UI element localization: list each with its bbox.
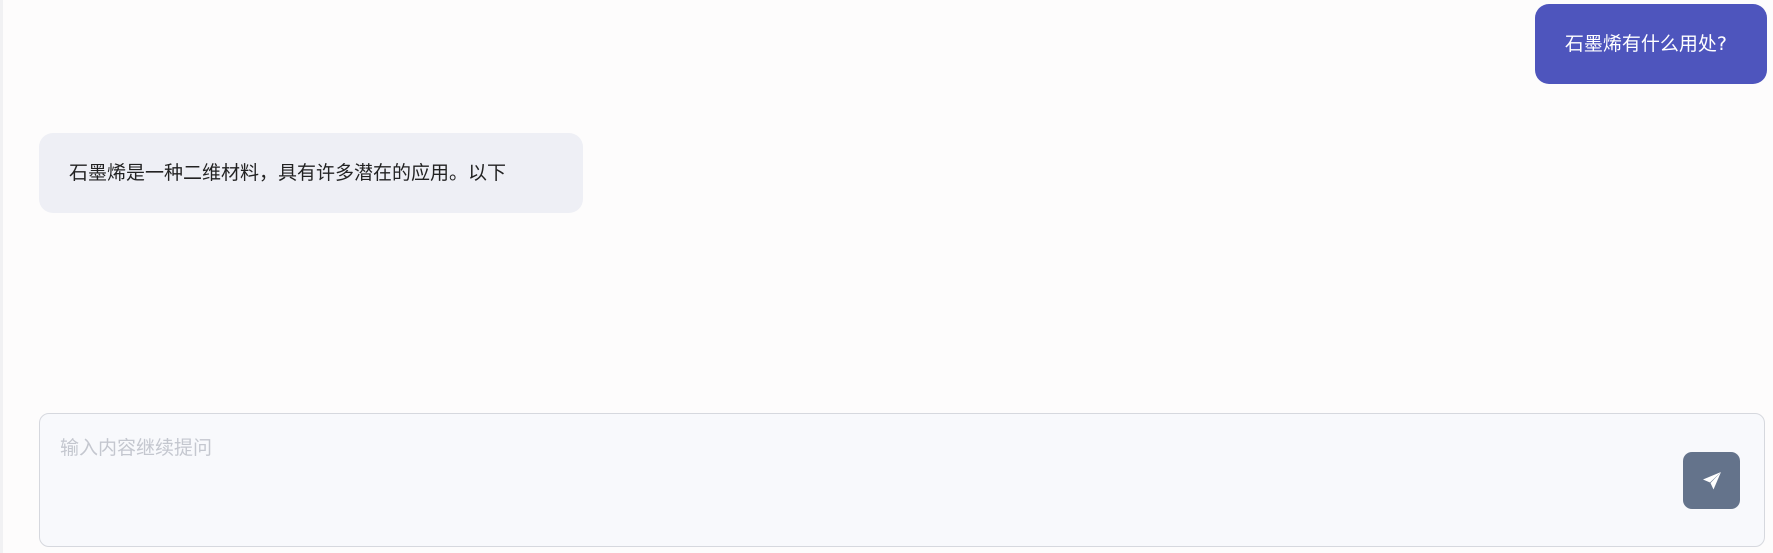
chat-page: 石墨烯有什么用处? 石墨烯是一种二维材料，具有许多潜在的应用。以下 xyxy=(0,0,1773,553)
send-icon xyxy=(1702,471,1721,489)
user-message-bubble: 石墨烯有什么用处? xyxy=(1534,4,1767,84)
message-input[interactable] xyxy=(60,434,1640,524)
send-button[interactable] xyxy=(1683,452,1740,509)
assistant-message-bubble: 石墨烯是一种二维材料，具有许多潜在的应用。以下 xyxy=(39,133,583,213)
left-border xyxy=(0,0,3,553)
message-composer xyxy=(39,413,1765,547)
